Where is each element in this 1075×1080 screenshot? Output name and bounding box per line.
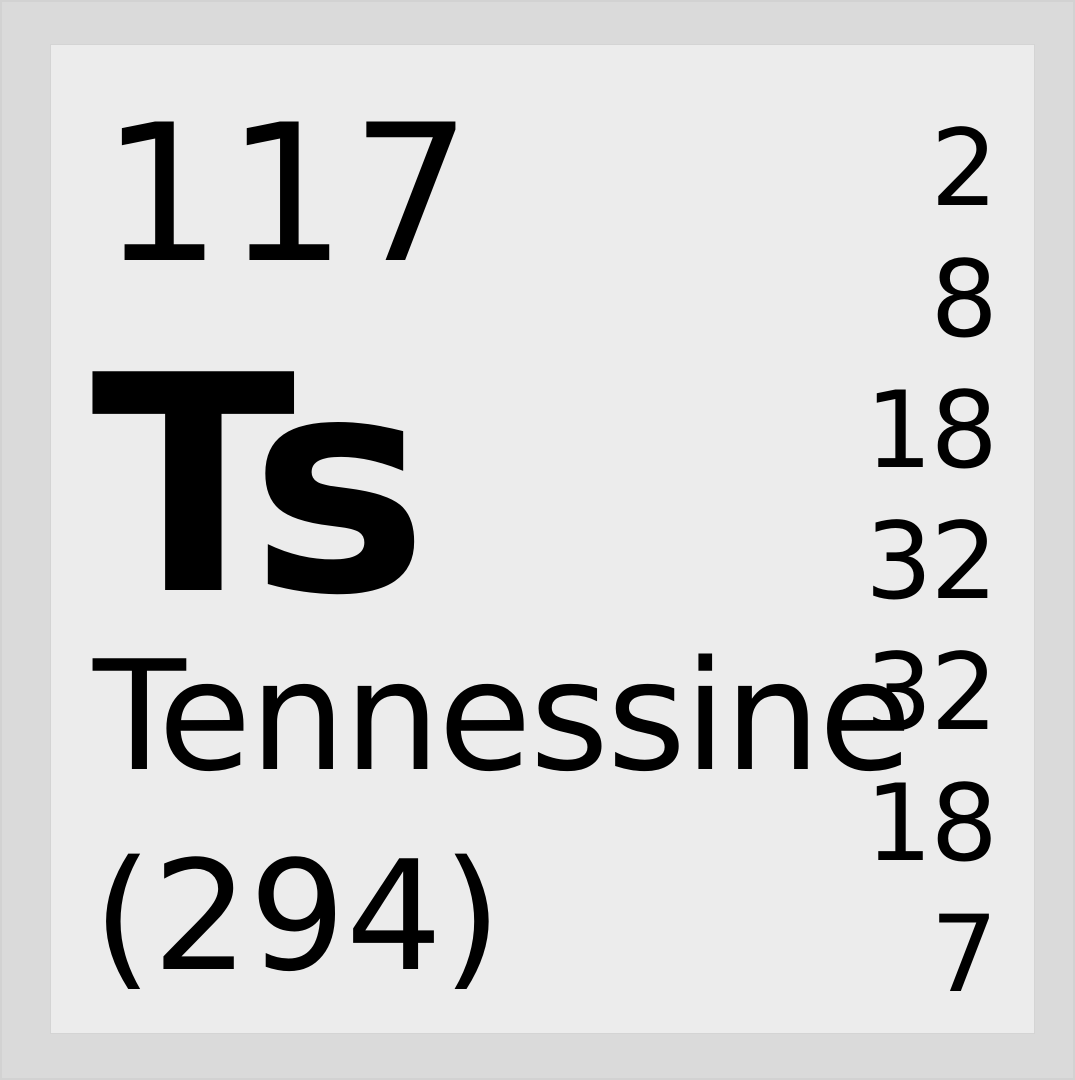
element-tile-frame: 117 Ts Tennessine (294) 2 8 18 32 32 18 … [0, 0, 1075, 1080]
electron-shell-3: 18 [865, 369, 998, 492]
electron-shell-5: 32 [865, 631, 998, 754]
element-tile[interactable]: 117 Ts Tennessine (294) 2 8 18 32 32 18 … [50, 44, 1035, 1034]
atomic-number: 117 [101, 84, 476, 305]
electron-shells: 2 8 18 32 32 18 7 [865, 103, 998, 1020]
electron-shell-4: 32 [865, 500, 998, 623]
atomic-mass: (294) [93, 828, 502, 1005]
electron-shell-1: 2 [930, 107, 998, 230]
electron-shell-6: 18 [865, 762, 998, 885]
electron-shell-2: 8 [930, 238, 998, 361]
element-name: Tennessine [93, 628, 912, 805]
element-symbol: Ts [91, 312, 428, 661]
electron-shell-7: 7 [930, 893, 998, 1016]
